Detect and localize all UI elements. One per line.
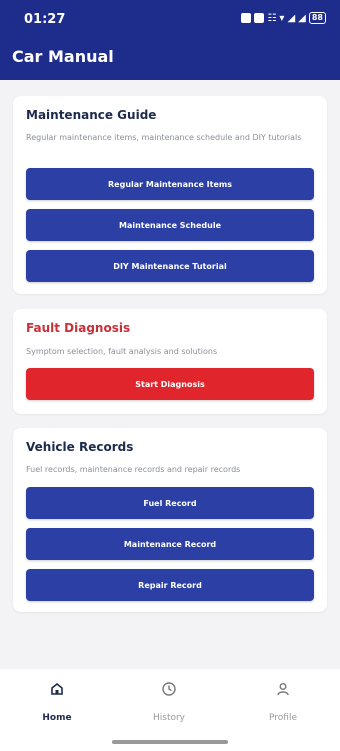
- fault-diagnosis-description: Symptom selection, fault analysis and so…: [26, 347, 218, 356]
- history-icon: [129, 679, 209, 699]
- regular-maintenance-items-button[interactable]: Regular Maintenance Items: [26, 168, 314, 200]
- page-title: Car Manual: [12, 47, 114, 66]
- vibrate-icon: ☷: [267, 12, 277, 24]
- vehicle-records-card: Vehicle Records Fuel records, maintenanc…: [13, 428, 327, 612]
- nav-home-label: Home: [42, 713, 72, 723]
- nav-profile[interactable]: Profile: [243, 679, 323, 723]
- start-diagnosis-button[interactable]: Start Diagnosis: [26, 368, 314, 400]
- home-icon: [17, 679, 97, 699]
- maintenance-guide-title: Maintenance Guide: [26, 108, 157, 122]
- app-notification-icon: [254, 13, 265, 23]
- signal-2-icon: ◢: [298, 12, 306, 24]
- nav-history[interactable]: History: [129, 679, 209, 723]
- maintenance-guide-description: Regular maintenance items, maintenance s…: [26, 133, 302, 142]
- wifi-icon: ▾: [279, 12, 285, 24]
- vehicle-records-description: Fuel records, maintenance records and re…: [26, 465, 241, 474]
- diy-maintenance-tutorial-button[interactable]: DIY Maintenance Tutorial: [26, 250, 314, 282]
- battery-icon: 88: [308, 12, 326, 24]
- repair-record-button[interactable]: Repair Record: [26, 569, 314, 601]
- profile-icon: [243, 679, 323, 699]
- maintenance-record-button[interactable]: Maintenance Record: [26, 528, 314, 560]
- status-bar: 01:27 ☷ ▾ ◢ ◢ 88: [0, 0, 340, 42]
- status-icons: ☷ ▾ ◢ ◢ 88: [241, 12, 326, 24]
- nav-profile-label: Profile: [269, 713, 297, 723]
- signal-icon: ◢: [287, 12, 296, 24]
- fault-diagnosis-card: Fault Diagnosis Symptom selection, fault…: [13, 309, 327, 414]
- vehicle-records-title: Vehicle Records: [26, 440, 134, 454]
- fuel-record-button[interactable]: Fuel Record: [26, 487, 314, 519]
- home-indicator: [112, 740, 228, 744]
- app-bar: Car Manual: [0, 42, 340, 80]
- notification-icon: [241, 13, 252, 23]
- status-time: 01:27: [24, 12, 66, 27]
- maintenance-guide-card: Maintenance Guide Regular maintenance it…: [13, 96, 327, 294]
- maintenance-schedule-button[interactable]: Maintenance Schedule: [26, 209, 314, 241]
- nav-home[interactable]: Home: [17, 679, 97, 723]
- bottom-nav: Home History Profile: [0, 669, 340, 751]
- fault-diagnosis-title: Fault Diagnosis: [26, 321, 131, 335]
- nav-history-label: History: [152, 713, 186, 723]
